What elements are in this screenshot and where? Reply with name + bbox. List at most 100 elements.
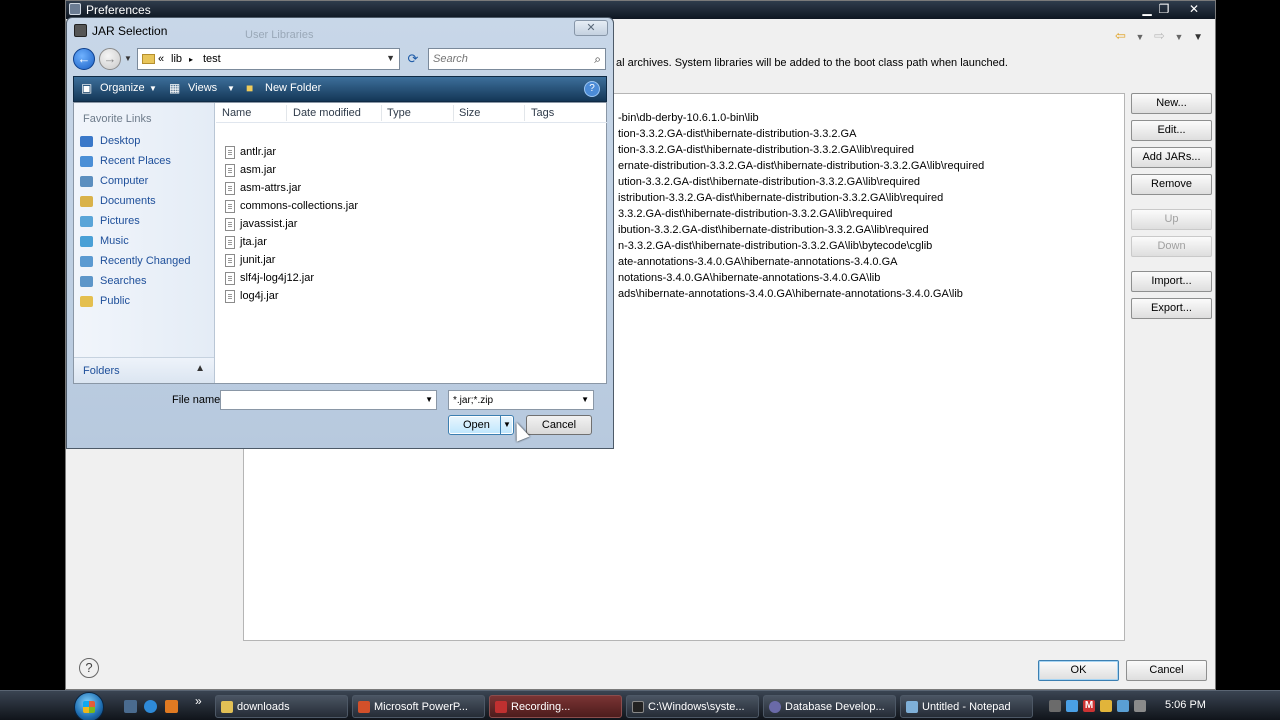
chevron-down-icon[interactable]: ▼ [227, 84, 235, 93]
library-row[interactable]: ution-3.3.2.GA-dist\hibernate-distributi… [618, 176, 920, 188]
dialog-close-button[interactable]: ✕ [574, 20, 608, 36]
dialog-cancel-button[interactable]: Cancel [526, 415, 592, 435]
library-row[interactable]: istribution-3.3.2.GA-dist\hibernate-dist… [618, 192, 943, 204]
restore-icon[interactable]: ❐ [1153, 1, 1175, 17]
taskbar-item-command-prompt[interactable]: C:\Windows\syste... [626, 695, 759, 718]
column-divider[interactable] [381, 105, 382, 121]
chevron-down-icon[interactable]: ▼ [149, 84, 157, 93]
tray-app-icon[interactable] [1100, 700, 1112, 712]
view-menu-icon[interactable]: ▼ [1193, 32, 1203, 43]
back-arrow-icon[interactable]: ⇦ [1115, 28, 1126, 43]
recent-pages-icon[interactable]: ▼ [124, 54, 132, 63]
volume-icon[interactable] [1117, 700, 1129, 712]
column-date-modified[interactable]: Date modified [293, 107, 361, 127]
folders-toggle[interactable]: Folders ▲ [74, 357, 214, 383]
favorite-link-recently-changed[interactable]: Recently Changed [79, 253, 211, 271]
file-item[interactable]: javassist.jar [225, 216, 425, 234]
library-row[interactable]: notations-3.4.0.GA\hibernate-annotations… [618, 272, 880, 284]
file-item[interactable]: log4j.jar [225, 288, 425, 306]
network-icon[interactable] [1066, 700, 1078, 712]
file-name-combo[interactable]: ▼ [220, 390, 437, 410]
taskbar-item-recording[interactable]: Recording... [489, 695, 622, 718]
column-type[interactable]: Type [387, 107, 411, 127]
favorite-link-music[interactable]: Music [79, 233, 211, 251]
cancel-button[interactable]: Cancel [1126, 660, 1207, 681]
file-item[interactable]: commons-collections.jar [225, 198, 425, 216]
file-item[interactable]: asm.jar [225, 162, 425, 180]
address-bar[interactable]: « lib ▸ test ▼ [137, 48, 400, 70]
file-item[interactable]: junit.jar [225, 252, 425, 270]
column-divider[interactable] [286, 105, 287, 121]
gmail-notifier-icon[interactable]: M [1083, 700, 1095, 712]
search-box[interactable]: ⌕ [428, 48, 606, 70]
ok-button[interactable]: OK [1038, 660, 1119, 681]
library-row[interactable]: ernate-distribution-3.3.2.GA-dist\hibern… [618, 160, 984, 172]
favorite-link-public[interactable]: Public [79, 293, 211, 311]
forward-icon[interactable]: → [99, 48, 121, 70]
organize-menu[interactable]: Organize [100, 82, 145, 94]
back-icon[interactable]: ← [73, 48, 95, 70]
taskbar-item-notepad[interactable]: Untitled - Notepad [900, 695, 1033, 718]
taskbar-item-downloads[interactable]: downloads [215, 695, 348, 718]
favorite-link-recent-places[interactable]: Recent Places [79, 153, 211, 171]
favorite-link-documents[interactable]: Documents [79, 193, 211, 211]
breadcrumb-separator-icon[interactable]: ▸ [189, 55, 193, 64]
remove-button[interactable]: Remove [1131, 174, 1212, 195]
favorite-link-pictures[interactable]: Pictures [79, 213, 211, 231]
library-row[interactable]: tion-3.3.2.GA-dist\hibernate-distributio… [618, 144, 914, 156]
refresh-icon[interactable]: ⟳ [402, 48, 424, 70]
search-icon[interactable]: ⌕ [594, 52, 601, 67]
chevron-down-icon[interactable]: ▼ [386, 53, 395, 63]
internet-explorer-icon[interactable] [144, 700, 157, 713]
favorite-link-searches[interactable]: Searches [79, 273, 211, 291]
add-jars-button[interactable]: Add JARs... [1131, 147, 1212, 168]
close-icon[interactable]: ✕ [1183, 1, 1205, 17]
column-tags[interactable]: Tags [531, 107, 554, 127]
clock[interactable]: 5:06 PM [1165, 699, 1206, 711]
favorite-link-computer[interactable]: Computer [79, 173, 211, 191]
taskbar-item-database-developer[interactable]: Database Develop... [763, 695, 896, 718]
quick-launch-chevron-icon[interactable]: » [195, 694, 202, 708]
views-menu[interactable]: Views [188, 82, 217, 94]
media-player-icon[interactable] [165, 700, 178, 713]
tray-app-icon[interactable] [1049, 700, 1061, 712]
library-row[interactable]: ads\hibernate-annotations-3.4.0.GA\hiber… [618, 288, 963, 300]
library-row[interactable]: ibution-3.3.2.GA-dist\hibernate-distribu… [618, 224, 929, 236]
favorite-link-desktop[interactable]: Desktop [79, 133, 211, 151]
edit-button[interactable]: Edit... [1131, 120, 1212, 141]
chevron-down-icon[interactable]: ▼ [581, 395, 589, 404]
up-button[interactable]: Up [1131, 209, 1212, 230]
column-size[interactable]: Size [459, 107, 480, 127]
show-desktop-icon[interactable] [124, 700, 137, 713]
column-divider[interactable] [524, 105, 525, 121]
file-item[interactable]: slf4j-log4j12.jar [225, 270, 425, 288]
file-item[interactable]: asm-attrs.jar [225, 180, 425, 198]
chevron-up-icon[interactable]: ▲ [195, 363, 205, 374]
file-name-input[interactable] [221, 391, 416, 409]
chevron-down-icon[interactable]: ▼ [1175, 32, 1184, 42]
help-icon[interactable]: ? [79, 658, 99, 678]
tray-app-icon[interactable] [1134, 700, 1146, 712]
file-type-filter[interactable]: *.jar;*.zip ▼ [448, 390, 594, 410]
chevron-down-icon[interactable]: ▼ [425, 395, 433, 404]
taskbar-item-powerpoint[interactable]: Microsoft PowerP... [352, 695, 485, 718]
forward-arrow-icon[interactable]: ⇨ [1154, 28, 1165, 43]
import-button[interactable]: Import... [1131, 271, 1212, 292]
start-button[interactable] [74, 692, 104, 720]
down-button[interactable]: Down [1131, 236, 1212, 257]
library-row[interactable]: n-3.3.2.GA-dist\hibernate-distribution-3… [618, 240, 932, 252]
breadcrumb-lib[interactable]: lib [171, 53, 182, 65]
search-input[interactable] [429, 49, 579, 69]
library-row[interactable]: -bin\db-derby-10.6.1.0-bin\lib [618, 112, 759, 124]
library-row[interactable]: tion-3.3.2.GA-dist\hibernate-distributio… [618, 128, 856, 140]
column-name[interactable]: Name [222, 107, 251, 127]
library-row[interactable]: 3.3.2.GA-dist\hibernate-distribution-3.3… [618, 208, 893, 220]
help-icon[interactable]: ? [584, 81, 600, 97]
breadcrumb-overflow[interactable]: « [158, 53, 164, 65]
library-row[interactable]: ate-annotations-3.4.0.GA\hibernate-annot… [618, 256, 897, 268]
column-divider[interactable] [453, 105, 454, 121]
new-folder-button[interactable]: New Folder [265, 82, 321, 94]
file-item[interactable]: antlr.jar [225, 144, 425, 162]
breadcrumb-test[interactable]: test [203, 53, 221, 65]
chevron-down-icon[interactable]: ▼ [1135, 32, 1144, 42]
